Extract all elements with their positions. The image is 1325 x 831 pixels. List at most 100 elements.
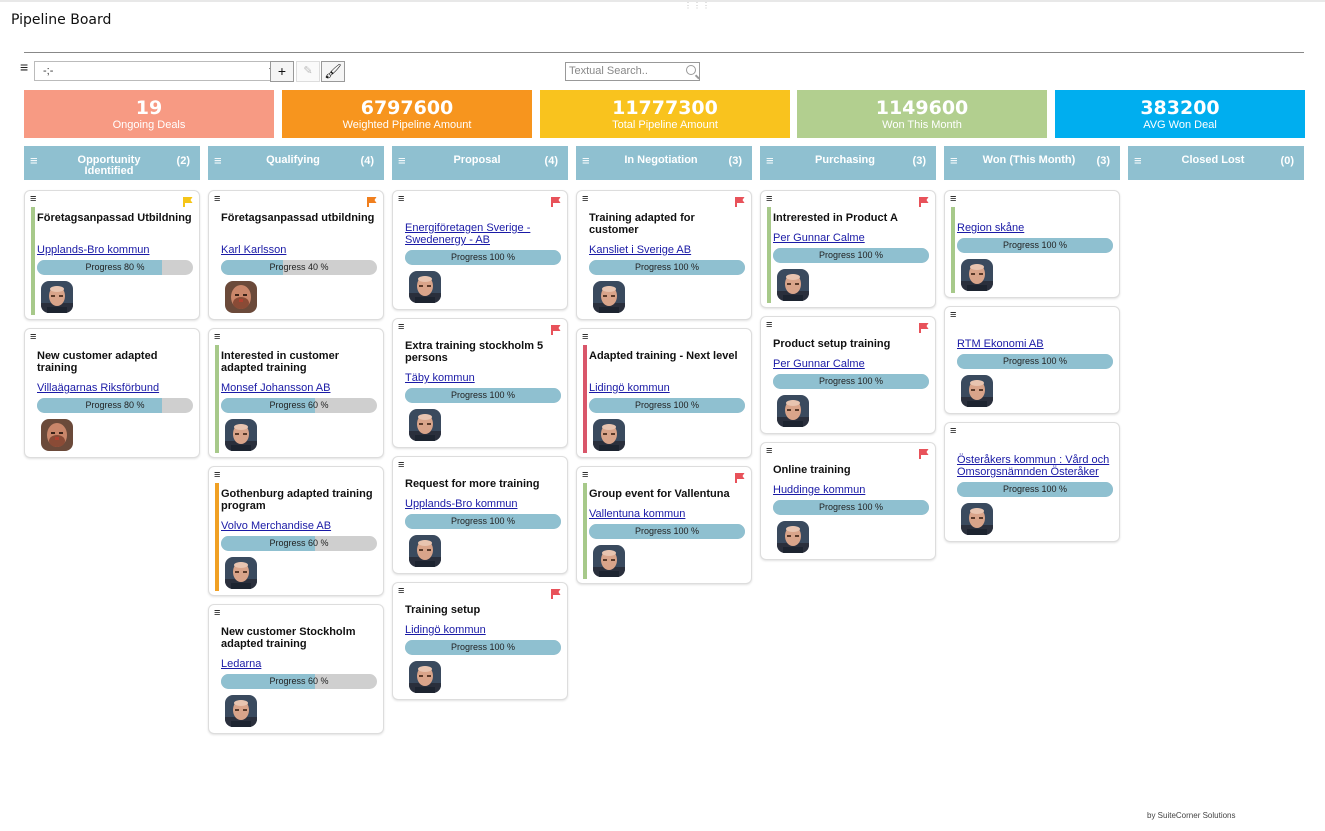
column-menu-icon[interactable]: ≡: [950, 154, 958, 167]
deal-card[interactable]: ≡ Training adapted for customer Kansliet i…: [576, 190, 752, 320]
column-menu-icon[interactable]: ≡: [1134, 154, 1142, 167]
customer-link[interactable]: Energiföretagen Sverige - Swedenergy - A…: [405, 222, 565, 246]
avatar[interactable]: [225, 557, 257, 589]
avatar[interactable]: [961, 375, 993, 407]
hamburger-menu-icon[interactable]: ≡: [20, 60, 28, 74]
card-menu-icon[interactable]: ≡: [398, 586, 404, 597]
card-menu-icon[interactable]: ≡: [766, 320, 772, 331]
customer-link[interactable]: Volvo Merchandise AB: [221, 520, 381, 532]
column-menu-icon[interactable]: ≡: [30, 154, 38, 167]
deal-card[interactable]: ≡ Region skåne Progress 100 %: [944, 190, 1120, 298]
column-header[interactable]: ≡ Opportunity Identified (2): [24, 146, 200, 180]
customer-link[interactable]: Lidingö kommun: [405, 624, 565, 636]
deal-card[interactable]: ≡ Företagsanpassad Utbildning Upplands-Bro…: [24, 190, 200, 320]
card-menu-icon[interactable]: ≡: [950, 310, 956, 321]
edit-button[interactable]: ✎: [296, 61, 320, 82]
avatar[interactable]: [225, 419, 257, 451]
customer-link[interactable]: Huddinge kommun: [773, 484, 933, 496]
avatar[interactable]: [41, 419, 73, 451]
card-menu-icon[interactable]: ≡: [398, 194, 404, 205]
column-menu-icon[interactable]: ≡: [398, 154, 406, 167]
customer-link[interactable]: Vallentuna kommun: [589, 508, 749, 520]
flag-icon: [551, 325, 561, 335]
card-menu-icon[interactable]: ≡: [398, 460, 404, 471]
deal-card[interactable]: ≡ RTM Ekonomi AB Progress 100 %: [944, 306, 1120, 414]
avatar[interactable]: [409, 409, 441, 441]
deal-card[interactable]: ≡ Group event for Vallentuna Vallentuna ko…: [576, 466, 752, 584]
customer-link[interactable]: RTM Ekonomi AB: [957, 338, 1117, 350]
card-menu-icon[interactable]: ≡: [214, 332, 220, 343]
card-menu-icon[interactable]: ≡: [582, 194, 588, 205]
paint-button[interactable]: 🖌: [321, 61, 345, 82]
customer-link[interactable]: Region skåne: [957, 222, 1117, 234]
customer-link[interactable]: Österåkers kommun : Vård och Omsorgsnämn…: [957, 454, 1117, 478]
search-input[interactable]: Textual Search..: [565, 62, 700, 81]
column-header[interactable]: ≡ Won (This Month) (3): [944, 146, 1120, 180]
deal-card[interactable]: ≡ New customer Stockholm adapted training…: [208, 604, 384, 734]
avatar[interactable]: [593, 419, 625, 451]
drag-handle-icon[interactable]: ⋮⋮⋮: [684, 1, 711, 10]
avatar[interactable]: [777, 521, 809, 553]
add-button[interactable]: +: [270, 61, 294, 82]
customer-link[interactable]: Lidingö kommun: [589, 382, 749, 394]
card-menu-icon[interactable]: ≡: [766, 194, 772, 205]
avatar[interactable]: [409, 535, 441, 567]
column-header[interactable]: ≡ Closed Lost (0): [1128, 146, 1304, 180]
deal-card[interactable]: ≡ Training setup Lidingö kommun Progress 10…: [392, 582, 568, 700]
column-menu-icon[interactable]: ≡: [766, 154, 774, 167]
customer-link[interactable]: Villaägarnas Riksförbund: [37, 382, 197, 394]
customer-link[interactable]: Kansliet i Sverige AB: [589, 244, 749, 256]
customer-link[interactable]: Ledarna: [221, 658, 381, 670]
card-menu-icon[interactable]: ≡: [582, 470, 588, 481]
deal-card[interactable]: ≡ Gothenburg adapted training program Volv…: [208, 466, 384, 596]
column-header[interactable]: ≡ In Negotiation (3): [576, 146, 752, 180]
avatar[interactable]: [225, 695, 257, 727]
card-menu-icon[interactable]: ≡: [950, 426, 956, 437]
customer-link[interactable]: Upplands-Bro kommun: [37, 244, 197, 256]
customer-link[interactable]: Per Gunnar Calme: [773, 232, 933, 244]
avatar[interactable]: [777, 395, 809, 427]
column-menu-icon[interactable]: ≡: [214, 154, 222, 167]
deal-card[interactable]: ≡ Online training Huddinge kommun Progress …: [760, 442, 936, 560]
card-menu-icon[interactable]: ≡: [30, 194, 36, 205]
avatar[interactable]: [961, 503, 993, 535]
avatar[interactable]: [41, 281, 73, 313]
deal-card[interactable]: ≡ Interested in customer adapted training…: [208, 328, 384, 458]
column-header[interactable]: ≡ Qualifying (4): [208, 146, 384, 180]
deal-card[interactable]: ≡ Adapted training - Next level Lidingö ko…: [576, 328, 752, 458]
avatar[interactable]: [593, 545, 625, 577]
card-menu-icon[interactable]: ≡: [214, 470, 220, 481]
deal-card[interactable]: ≡ Företagsanpassad utbildning Karl Karlsso…: [208, 190, 384, 320]
card-menu-icon[interactable]: ≡: [398, 322, 404, 333]
card-menu-icon[interactable]: ≡: [30, 332, 36, 343]
progress-bar: Progress 100 %: [589, 260, 745, 275]
view-select[interactable]: -;-: [34, 61, 286, 81]
card-menu-icon[interactable]: ≡: [214, 194, 220, 205]
customer-link[interactable]: Täby kommun: [405, 372, 565, 384]
deal-card[interactable]: ≡ Request for more training Upplands-Bro k…: [392, 456, 568, 574]
customer-link[interactable]: Per Gunnar Calme: [773, 358, 933, 370]
avatar[interactable]: [777, 269, 809, 301]
avatar[interactable]: [409, 661, 441, 693]
card-menu-icon[interactable]: ≡: [950, 194, 956, 205]
deal-card[interactable]: ≡ New customer adapted training Villaägarn…: [24, 328, 200, 458]
card-menu-icon[interactable]: ≡: [582, 332, 588, 343]
avatar[interactable]: [409, 271, 441, 303]
column-menu-icon[interactable]: ≡: [582, 154, 590, 167]
deal-card[interactable]: ≡ Extra training stockholm 5 persons Täby …: [392, 318, 568, 448]
deal-card[interactable]: ≡ Energiföretagen Sverige - Swedenergy - …: [392, 190, 568, 310]
avatar[interactable]: [225, 281, 257, 313]
deal-card[interactable]: ≡ Intrerested in Product A Per Gunnar Calm…: [760, 190, 936, 308]
deal-card[interactable]: ≡ Product setup training Per Gunnar Calme P…: [760, 316, 936, 434]
customer-link[interactable]: Karl Karlsson: [221, 244, 381, 256]
card-menu-icon[interactable]: ≡: [766, 446, 772, 457]
deal-card[interactable]: ≡ Österåkers kommun : Vård och Omsorgsnäm…: [944, 422, 1120, 542]
avatar[interactable]: [593, 281, 625, 313]
column-header[interactable]: ≡ Proposal (4): [392, 146, 568, 180]
column-header[interactable]: ≡ Purchasing (3): [760, 146, 936, 180]
customer-link[interactable]: Monsef Johansson AB: [221, 382, 381, 394]
avatar[interactable]: [961, 259, 993, 291]
card-menu-icon[interactable]: ≡: [214, 608, 220, 619]
column-title: Qualifying: [266, 154, 320, 166]
customer-link[interactable]: Upplands-Bro kommun: [405, 498, 565, 510]
